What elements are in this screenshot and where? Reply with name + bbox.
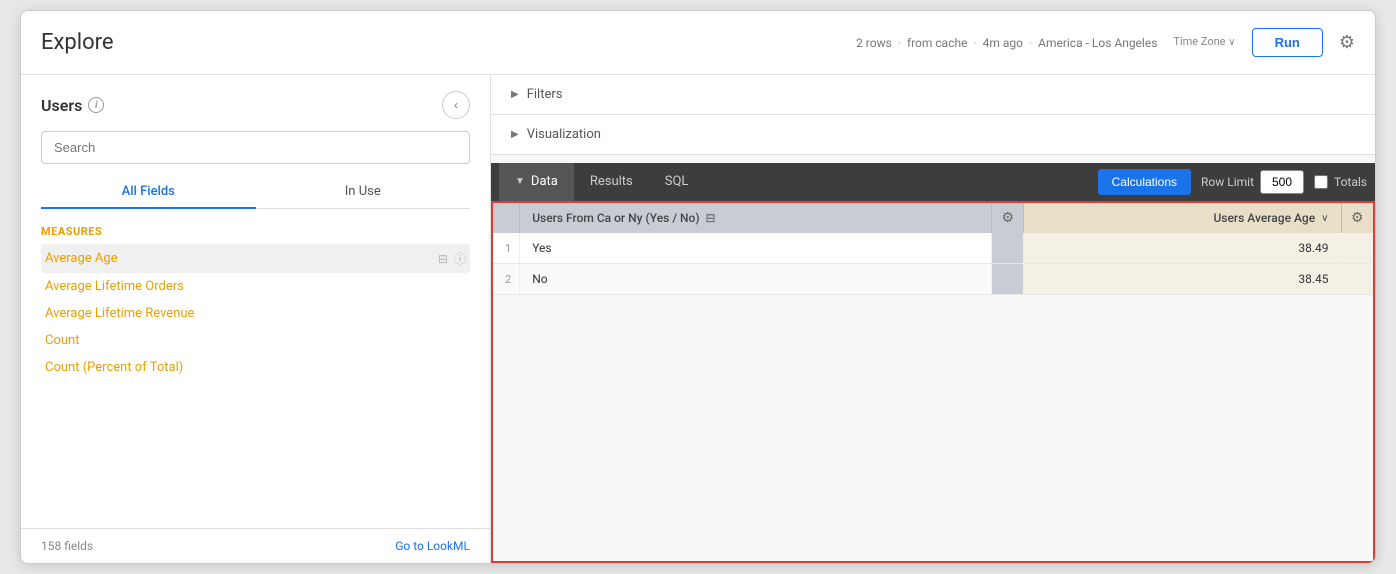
visualization-section: ▶ Visualization (491, 115, 1375, 155)
go-to-lookml-link[interactable]: Go to LookML (395, 539, 470, 553)
col-header-users-from-ca-ny: Users From Ca or Ny (Yes / No) ⊟ (520, 203, 992, 233)
users-info-icon[interactable]: i (88, 97, 104, 113)
field-info-icon[interactable]: ⓘ (454, 250, 466, 267)
cell-gear-2 (992, 264, 1024, 295)
field-count[interactable]: Count (41, 327, 470, 354)
app-window: Explore 2 rows · from cache · 4m ago · A… (20, 10, 1376, 564)
sort-desc-icon[interactable]: ∨ (1321, 213, 1328, 224)
field-average-lifetime-orders[interactable]: Average Lifetime Orders (41, 273, 470, 300)
totals-checkbox[interactable] (1314, 175, 1328, 189)
col-gear-measure: ⚙ (1341, 203, 1373, 233)
table-row: 1 Yes 38.49 (493, 233, 1373, 264)
tab-data[interactable]: ▼ Data (499, 163, 574, 201)
field-label-count: Count (45, 333, 466, 348)
calculations-button[interactable]: Calculations (1098, 169, 1191, 195)
row-limit-label: Row Limit (1201, 175, 1254, 189)
settings-gear-icon[interactable]: ⚙ (1339, 32, 1355, 53)
sidebar-content: MEASURES Average Age ⊟ ⓘ Average Lifetim… (21, 209, 490, 528)
tab-results[interactable]: Results (574, 163, 649, 201)
visualization-arrow-icon: ▶ (511, 129, 519, 140)
sidebar-footer: 158 fields Go to LookML (21, 528, 490, 563)
collapse-button[interactable]: ‹ (442, 91, 470, 119)
sidebar-tabs: All Fields In Use (41, 176, 470, 209)
cell-avg-age-1: 38.49 (1024, 233, 1341, 264)
cell-avg-age-2: 38.45 (1024, 264, 1341, 295)
users-title-text: Users (41, 96, 82, 115)
tab-sql[interactable]: SQL (649, 163, 705, 201)
field-count-percent[interactable]: Count (Percent of Total) (41, 354, 470, 381)
cell-gear-1 (992, 233, 1024, 264)
time-ago: 4m ago (983, 36, 1023, 50)
row-limit-input[interactable] (1260, 170, 1304, 194)
timezone-label: Time Zone ∨ (1173, 35, 1235, 49)
timezone-region: America - Los Angeles (1038, 36, 1157, 50)
filters-arrow-icon: ▶ (511, 89, 519, 100)
filters-section: ▶ Filters (491, 75, 1375, 115)
col-header-rownum (493, 203, 520, 233)
field-label-average-lifetime-orders: Average Lifetime Orders (45, 279, 466, 294)
cell-gear-measure-2 (1341, 264, 1373, 295)
app-title: Explore (41, 30, 114, 55)
top-bar: Explore 2 rows · from cache · 4m ago · A… (21, 11, 1375, 75)
col-gear-measure-icon[interactable]: ⚙ (1351, 210, 1364, 226)
visualization-label: Visualization (527, 127, 601, 142)
timezone-chevron-icon[interactable]: ∨ (1228, 37, 1235, 48)
separator3: · (1029, 36, 1032, 50)
users-title-row: Users i ‹ (41, 91, 470, 119)
totals-label: Totals (1334, 175, 1367, 189)
table-row: 2 No 38.45 (493, 264, 1373, 295)
fields-count: 158 fields (41, 539, 93, 553)
cell-no: No (520, 264, 992, 295)
top-bar-right: 2 rows · from cache · 4m ago · America -… (856, 28, 1355, 57)
cell-yes: Yes (520, 233, 992, 264)
from-cache: from cache (907, 36, 968, 50)
row-limit-group: Row Limit (1201, 170, 1304, 194)
separator1: · (898, 36, 901, 50)
cell-gear-measure-1 (1341, 233, 1373, 264)
col-header-users-avg-age: Users Average Age ∨ (1024, 203, 1341, 233)
field-average-age[interactable]: Average Age ⊟ ⓘ (41, 244, 470, 273)
tab-in-use[interactable]: In Use (256, 176, 471, 209)
row-num-2: 2 (493, 264, 520, 295)
filters-label: Filters (527, 87, 563, 102)
totals-group: Totals (1314, 175, 1367, 189)
data-tab-arrow-icon: ▼ (515, 176, 525, 187)
data-panel: ▼ Data Results SQL Calculations Row Limi… (491, 155, 1375, 563)
tab-all-fields[interactable]: All Fields (41, 176, 256, 209)
col-gear-dim-icon[interactable]: ⚙ (1001, 210, 1014, 226)
field-average-lifetime-revenue[interactable]: Average Lifetime Revenue (41, 300, 470, 327)
row-num-1: 1 (493, 233, 520, 264)
search-input[interactable] (41, 131, 470, 164)
column-filter-icon[interactable]: ⊟ (706, 211, 716, 225)
measures-section-label: MEASURES (41, 225, 470, 238)
filters-header[interactable]: ▶ Filters (491, 75, 1375, 114)
main-content: Users i ‹ All Fields In Use MEASURES Ave… (21, 75, 1375, 563)
rows-count: 2 rows (856, 36, 892, 50)
field-label-average-age: Average Age (45, 251, 438, 266)
field-label-average-lifetime-revenue: Average Lifetime Revenue (45, 306, 466, 321)
sidebar-header: Users i ‹ (21, 75, 490, 131)
field-label-count-percent: Count (Percent of Total) (45, 360, 466, 375)
right-panel: ▶ Filters ▶ Visualization ▼ Data (491, 75, 1375, 563)
separator2: · (973, 36, 976, 50)
results-table: Users From Ca or Ny (Yes / No) ⊟ ⚙ U (493, 203, 1373, 295)
field-icons-average-age: ⊟ ⓘ (438, 250, 466, 267)
col-gear-dim: ⚙ (992, 203, 1024, 233)
run-button[interactable]: Run (1252, 28, 1323, 57)
data-toolbar: ▼ Data Results SQL Calculations Row Limi… (491, 163, 1375, 201)
sidebar: Users i ‹ All Fields In Use MEASURES Ave… (21, 75, 491, 563)
filter-icon[interactable]: ⊟ (438, 252, 448, 266)
visualization-header[interactable]: ▶ Visualization (491, 115, 1375, 154)
status-info: 2 rows · from cache · 4m ago · America -… (856, 36, 1157, 50)
results-table-wrapper: Users From Ca or Ny (Yes / No) ⊟ ⚙ U (491, 201, 1375, 563)
